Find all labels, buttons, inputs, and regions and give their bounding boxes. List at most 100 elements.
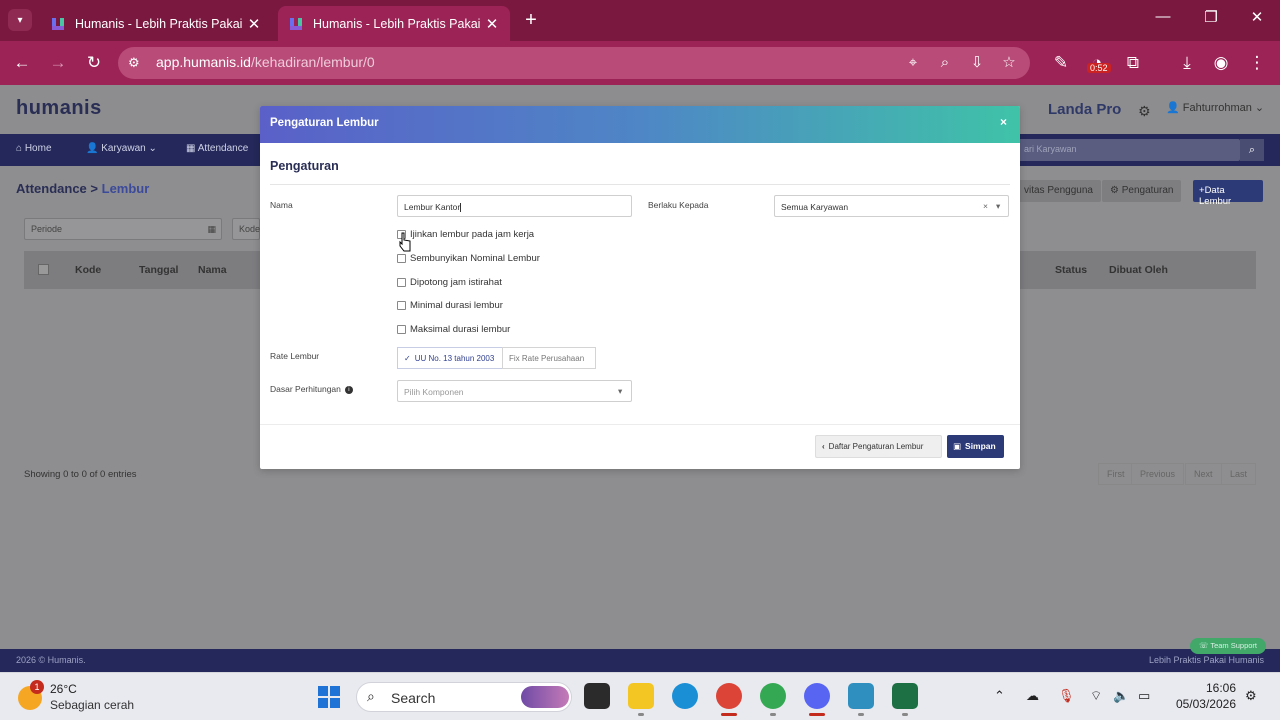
location-icon[interactable]: ⌖ [902, 52, 924, 74]
chevron-down-icon[interactable]: ▾ [996, 201, 1000, 212]
back-icon[interactable]: ← [11, 52, 33, 74]
berlaku-kepada-label: Berlaku Kepada [648, 200, 709, 210]
dasar-perhitungan-select[interactable]: Pilih Komponen ▾ [397, 380, 632, 402]
close-tab-icon[interactable]: ✕ [246, 15, 262, 33]
pager-next[interactable]: Next [1185, 463, 1222, 485]
settings-button[interactable]: ⚙ Pengaturan [1102, 180, 1182, 202]
terminal-app-icon[interactable] [584, 683, 610, 709]
file-explorer-icon[interactable] [628, 683, 654, 716]
daftar-pengaturan-button[interactable]: ‹ Daftar Pengaturan Lembur [815, 435, 942, 458]
system-clock[interactable]: 16:06 05/03/2026 [1172, 680, 1236, 712]
tab-title: Humanis - Lebih Praktis Pakai H [313, 16, 484, 31]
close-tab-icon[interactable]: ✕ [484, 15, 500, 33]
pager-previous[interactable]: Previous [1131, 463, 1185, 485]
app-footer: 2026 © Humanis. Lebih Praktis Pakai Huma… [0, 649, 1280, 672]
col-status[interactable]: Status [1055, 264, 1087, 276]
nama-input[interactable]: Lembur Kantor [397, 195, 632, 217]
periode-filter[interactable]: Periode ▦ [24, 218, 222, 240]
notification-center-icon[interactable]: ⚙ [1245, 688, 1257, 704]
download-icon[interactable]: ⤓ [1176, 52, 1198, 74]
info-icon[interactable]: i [344, 385, 353, 394]
nav-attendance-label: Attendance [197, 143, 249, 154]
install-app-icon[interactable]: ⇩ [966, 52, 988, 74]
chrome-profile-icon[interactable] [716, 683, 742, 716]
col-tanggal[interactable]: Tanggal [139, 264, 178, 276]
site-info-icon[interactable]: ⚙ [128, 55, 140, 71]
windows-start-icon[interactable] [318, 686, 340, 708]
chrome-menu-icon[interactable]: ⋮ [1246, 52, 1268, 74]
pager-last[interactable]: Last [1221, 463, 1257, 485]
rate-option-uu-13[interactable]: ✓ UU No. 13 tahun 2003 [397, 347, 503, 369]
checkbox-box[interactable] [397, 301, 406, 310]
weather-temp: 26°C [50, 682, 77, 696]
select-all-checkbox[interactable] [38, 264, 49, 275]
back-button-label: Daftar Pengaturan Lembur [828, 442, 924, 451]
nav-home[interactable]: ⌂ Home [16, 143, 52, 154]
excel-icon[interactable] [892, 683, 918, 716]
edge-browser-icon[interactable] [672, 683, 698, 709]
gear-icon[interactable]: ⚙ [1138, 103, 1151, 120]
battery-icon[interactable]: ▭ [1138, 688, 1150, 704]
user-menu[interactable]: 👤 Fahturrohman ⌄ [1166, 101, 1264, 114]
berlaku-kepada-select[interactable]: Semua Karyawan × ▾ [774, 195, 1009, 217]
nav-home-label: Home [24, 143, 52, 154]
kode-filter[interactable]: Kode [232, 218, 260, 240]
user-name: Fahturrohman [1182, 102, 1252, 114]
checkbox-label: Ijinkan lembur pada jam kerja [410, 229, 535, 240]
employee-search-input[interactable]: ari Karyawan [1016, 139, 1240, 161]
pager-first[interactable]: First [1098, 463, 1134, 485]
extensions-puzzle-icon[interactable]: ⧉ [1122, 52, 1144, 74]
address-bar[interactable]: ⚙ app.humanis.id/kehadiran/lembur/0 ⌖ ⌕ … [118, 47, 1030, 79]
bookmark-star-icon[interactable]: ☆ [998, 52, 1020, 74]
feather-extension-icon[interactable]: ✎ [1050, 52, 1072, 74]
new-tab-button[interactable]: + [520, 9, 542, 32]
col-nama[interactable]: Nama [198, 264, 227, 276]
save-button[interactable]: ▣ Simpan [947, 435, 1004, 458]
dasar-perhitungan-label: Dasar Perhitungan i [270, 384, 353, 394]
team-support-label: Team Support [1210, 641, 1258, 650]
checkbox-maksimal-durasi[interactable]: Maksimal durasi lembur [397, 324, 510, 335]
nav-karyawan[interactable]: 👤 Karyawan ⌄ [86, 143, 157, 154]
browser-tab-2[interactable]: Humanis - Lebih Praktis Pakai H ✕ [278, 6, 510, 41]
checkbox-dipotong-istirahat[interactable]: Dipotong jam istirahat [397, 277, 502, 288]
volume-icon[interactable]: 🔈 [1113, 688, 1129, 704]
checkbox-box[interactable] [397, 254, 406, 263]
activity-button[interactable]: vitas Pengguna [1016, 180, 1101, 202]
notepad-icon[interactable] [848, 683, 874, 716]
team-support-button[interactable]: ☏ Team Support [1190, 638, 1266, 654]
taskbar-search[interactable]: ⌕ Search [356, 682, 572, 712]
minimize-icon[interactable]: — [1140, 8, 1186, 25]
add-data-lembur-button[interactable]: +Data Lembur [1193, 180, 1263, 207]
close-icon[interactable]: × [1000, 115, 1007, 129]
nav-attendance[interactable]: ▦ Attendance [186, 143, 248, 154]
discord-icon[interactable] [804, 683, 830, 716]
weather-desc: Sebagian cerah [50, 698, 135, 712]
cloud-icon[interactable]: ☁ [1026, 688, 1039, 704]
forward-icon[interactable]: → [47, 52, 69, 74]
col-dibuat-oleh[interactable]: Dibuat Oleh [1109, 264, 1168, 276]
url-text[interactable]: app.humanis.id/kehadiran/lembur/0 [156, 54, 375, 70]
search-icon[interactable]: ⌕ [1240, 139, 1264, 161]
rate-option-fix-rate[interactable]: Fix Rate Perusahaan [502, 347, 596, 369]
chrome-icon[interactable] [760, 683, 786, 716]
checkbox-box[interactable] [397, 278, 406, 287]
tab-search-menu-button[interactable]: ▾ [8, 9, 32, 31]
breadcrumb-parent[interactable]: Attendance [16, 181, 87, 196]
browser-tabstrip: ▾ Humanis - Lebih Praktis Pakai H ✕ Huma… [0, 0, 1280, 41]
zoom-icon[interactable]: ⌕ [934, 52, 956, 74]
checkbox-box[interactable] [397, 325, 406, 334]
checkbox-sembunyikan-nominal[interactable]: Sembunyikan Nominal Lembur [397, 253, 540, 264]
browser-tab-1[interactable]: Humanis - Lebih Praktis Pakai H ✕ [40, 6, 272, 41]
close-window-icon[interactable]: ✕ [1234, 8, 1280, 26]
wifi-icon[interactable]: ⌔ [1090, 688, 1102, 704]
clear-selection-icon[interactable]: × [983, 201, 988, 211]
reload-icon[interactable]: ↻ [83, 52, 105, 74]
clock-time: 16:06 [1205, 681, 1236, 695]
checkbox-minimal-durasi[interactable]: Minimal durasi lembur [397, 300, 503, 311]
microphone-icon[interactable]: 🎙 [1058, 688, 1075, 704]
col-kode[interactable]: Kode [75, 264, 101, 276]
restore-icon[interactable]: ❐ [1188, 8, 1234, 26]
profile-avatar-icon[interactable]: ◉ [1210, 52, 1232, 74]
checkbox-ijinkan-lembur[interactable]: Ijinkan lembur pada jam kerja [397, 229, 534, 240]
chevron-up-icon[interactable]: ⌃ [994, 688, 1005, 704]
